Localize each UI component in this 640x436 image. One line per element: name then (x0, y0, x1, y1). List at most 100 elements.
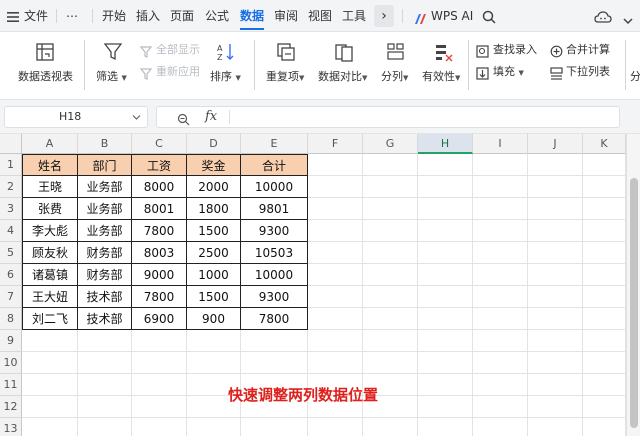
tab-view[interactable]: 视图 (308, 7, 332, 25)
menu-file[interactable]: 文件 (24, 7, 48, 25)
table-cell[interactable]: 业务部 (78, 220, 132, 242)
column-header-f[interactable]: F (308, 134, 363, 154)
column-header-j[interactable]: J (528, 134, 583, 154)
row-header-1[interactable]: 1 (0, 154, 22, 176)
row-header-13[interactable]: 13 (0, 418, 22, 436)
table-cell[interactable]: 10503 (241, 242, 308, 264)
tab-data[interactable]: 数据 (240, 7, 264, 25)
zoom-icon[interactable] (177, 111, 190, 130)
row-header-7[interactable]: 7 (0, 286, 22, 308)
table-cell[interactable]: 技术部 (78, 308, 132, 330)
table-cell[interactable]: 财务部 (78, 242, 132, 264)
column-header-g[interactable]: G (363, 134, 418, 154)
validity-button[interactable]: 有效性▼ (422, 70, 460, 85)
formula-input[interactable] (235, 110, 615, 124)
table-cell[interactable]: 技术部 (78, 286, 132, 308)
reapply-button[interactable]: 重新应用 (156, 65, 200, 79)
row-header-12[interactable]: 12 (0, 396, 22, 418)
table-cell[interactable]: 刘二飞 (22, 308, 78, 330)
table-cell[interactable]: 8003 (132, 242, 187, 264)
wps-ai-button[interactable]: WPS AI (431, 7, 473, 25)
show-all-button[interactable]: 全部显示 (156, 43, 200, 57)
table-header-cell[interactable]: 奖金 (187, 154, 241, 176)
cloud-icon[interactable] (594, 9, 612, 28)
vertical-scrollbar[interactable] (626, 134, 640, 436)
select-all-corner[interactable] (0, 134, 22, 154)
table-cell[interactable]: 8001 (132, 198, 187, 220)
row-header-3[interactable]: 3 (0, 198, 22, 220)
duplicates-button[interactable]: 重复项▼ (266, 70, 304, 85)
table-cell[interactable]: 9300 (241, 220, 308, 242)
table-cell[interactable]: 业务部 (78, 198, 132, 220)
row-header-11[interactable]: 11 (0, 374, 22, 396)
menu-icon[interactable] (6, 9, 20, 28)
sort-button[interactable]: 排序 ▼ (210, 70, 241, 85)
table-cell[interactable]: 900 (187, 308, 241, 330)
row-header-6[interactable]: 6 (0, 264, 22, 286)
column-header-d[interactable]: D (187, 134, 241, 154)
function-icon[interactable]: fx (205, 109, 217, 124)
tabs-expand-button[interactable]: › (374, 5, 394, 27)
compare-button[interactable]: 数据对比▼ (318, 70, 367, 85)
row-header-5[interactable]: 5 (0, 242, 22, 264)
column-header-h[interactable]: H (418, 134, 473, 154)
table-cell[interactable]: 10000 (241, 264, 308, 286)
column-header-c[interactable]: C (132, 134, 187, 154)
column-header-e[interactable]: E (241, 134, 308, 154)
fill-button[interactable]: 填充 ▼ (493, 65, 524, 80)
table-cell[interactable]: 7800 (132, 220, 187, 242)
table-cell[interactable]: 1800 (187, 198, 241, 220)
dropdown-list-button[interactable]: 下拉列表 (566, 65, 610, 79)
table-header-cell[interactable]: 姓名 (22, 154, 78, 176)
table-cell[interactable]: 6900 (132, 308, 187, 330)
search-icon[interactable] (482, 9, 496, 28)
table-cell[interactable]: 7800 (241, 308, 308, 330)
table-cell[interactable]: 诸葛镇 (22, 264, 78, 286)
name-box[interactable]: H18 (4, 106, 148, 128)
table-cell[interactable]: 2000 (187, 176, 241, 198)
menu-more[interactable]: ⋯ (66, 7, 78, 25)
row-header-2[interactable]: 2 (0, 176, 22, 198)
row-header-9[interactable]: 9 (0, 330, 22, 352)
table-cell[interactable]: 9801 (241, 198, 308, 220)
table-header-cell[interactable]: 部门 (78, 154, 132, 176)
lookup-entry-button[interactable]: 查找录入 (493, 43, 537, 57)
table-cell[interactable]: 李大彪 (22, 220, 78, 242)
tab-formula[interactable]: 公式 (205, 7, 229, 25)
column-header-k[interactable]: K (583, 134, 626, 154)
table-cell[interactable]: 张费 (22, 198, 78, 220)
merge-calc-button[interactable]: 合并计算 (566, 43, 610, 57)
table-cell[interactable]: 9300 (241, 286, 308, 308)
column-header-a[interactable]: A (22, 134, 78, 154)
table-cell[interactable]: 9000 (132, 264, 187, 286)
split-columns-button[interactable]: 分列▼ (381, 70, 408, 85)
table-cell[interactable]: 8000 (132, 176, 187, 198)
row-header-8[interactable]: 8 (0, 308, 22, 330)
table-cell[interactable]: 1500 (187, 220, 241, 242)
table-cell[interactable]: 王晓 (22, 176, 78, 198)
tab-insert[interactable]: 插入 (136, 7, 160, 25)
tab-review[interactable]: 审阅 (274, 7, 298, 25)
table-cell[interactable]: 1000 (187, 264, 241, 286)
scrollbar-thumb[interactable] (630, 178, 638, 428)
table-cell[interactable]: 王大妞 (22, 286, 78, 308)
column-header-i[interactable]: I (473, 134, 528, 154)
chevron-down-icon[interactable] (622, 11, 634, 30)
column-header-b[interactable]: B (78, 134, 132, 154)
pivot-table-button[interactable]: 数据透视表 (18, 70, 73, 84)
tab-home[interactable]: 开始 (102, 7, 126, 25)
tab-tools[interactable]: 工具 (342, 7, 366, 25)
table-header-cell[interactable]: 合计 (241, 154, 308, 176)
table-cell[interactable]: 顾友秋 (22, 242, 78, 264)
tab-page[interactable]: 页面 (170, 7, 194, 25)
table-cell[interactable]: 财务部 (78, 264, 132, 286)
row-header-4[interactable]: 4 (0, 220, 22, 242)
chevron-down-icon[interactable] (132, 114, 141, 121)
table-cell[interactable]: 10000 (241, 176, 308, 198)
table-cell[interactable]: 1500 (187, 286, 241, 308)
row-header-10[interactable]: 10 (0, 352, 22, 374)
table-cell[interactable]: 7800 (132, 286, 187, 308)
table-header-cell[interactable]: 工资 (132, 154, 187, 176)
filter-button[interactable]: 筛选 ▼ (96, 70, 127, 85)
table-cell[interactable]: 业务部 (78, 176, 132, 198)
